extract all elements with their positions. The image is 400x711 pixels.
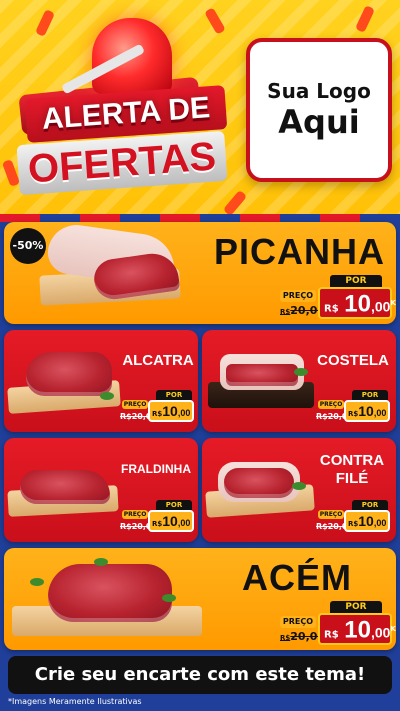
old-price-label: PREÇO bbox=[280, 616, 316, 628]
logo-placeholder: Sua Logo Aqui bbox=[246, 38, 392, 182]
old-price-label: PREÇO bbox=[318, 400, 344, 409]
logo-placeholder-line1: Sua Logo bbox=[267, 79, 371, 103]
old-price-label: PREÇO bbox=[318, 510, 344, 519]
old-price-label: PREÇO bbox=[122, 510, 148, 519]
herb-garnish-graphic bbox=[100, 392, 114, 400]
product-name-alcatra: ALCATRA bbox=[122, 352, 194, 369]
herb-garnish-graphic bbox=[292, 482, 306, 490]
price-currency: R$ bbox=[152, 520, 163, 528]
price-decimal: ,00 bbox=[370, 298, 391, 315]
old-price-currency: R$ bbox=[280, 308, 291, 316]
create-flyer-button[interactable]: Crie seu encarte com este tema! bbox=[8, 656, 392, 694]
price-currency: R$ bbox=[324, 303, 339, 315]
herb-garnish-graphic bbox=[30, 578, 44, 586]
confetti-decoration bbox=[34, 9, 56, 37]
price-box-costela: R$10,00 bbox=[344, 400, 390, 422]
product-name-costela: COSTELA bbox=[317, 352, 389, 369]
price-integer: 10 bbox=[358, 403, 374, 419]
product-card-contra-file: CONTRA FILÉ POR PREÇO R$20,00 R$10,00 bbox=[202, 438, 396, 542]
product-card-alcatra: ALCATRA POR PREÇO R$20,00 R$10,00 bbox=[4, 330, 198, 432]
discount-badge: -50% bbox=[10, 228, 46, 264]
confetti-decoration bbox=[222, 189, 248, 217]
old-price-currency: R$ bbox=[280, 634, 291, 642]
product-card-picanha: -50% PICANHA POR PREÇO R$20,00 R$ 10,00K… bbox=[4, 222, 396, 324]
por-label: POR bbox=[330, 601, 382, 613]
product-card-costela: COSTELA POR PREÇO R$20,00 R$10,00 bbox=[202, 330, 396, 432]
confetti-decoration bbox=[354, 5, 376, 33]
price-box-acem: R$ 10,00KG bbox=[318, 613, 396, 645]
divider-stripe bbox=[0, 214, 400, 222]
price-box-fraldinha: R$10,00 bbox=[148, 510, 194, 532]
product-name-contra-file: CONTRA FILÉ bbox=[319, 452, 385, 487]
price-decimal: ,00 bbox=[177, 518, 191, 528]
price-integer: 10 bbox=[162, 403, 178, 419]
price-unit: KG bbox=[390, 625, 396, 633]
product-name-acem: ACÉM bbox=[242, 557, 352, 598]
meat-image-acem bbox=[48, 564, 172, 622]
por-label: POR bbox=[352, 390, 388, 400]
product-card-acem: ACÉM POR PREÇO R$20,00 R$ 10,00KG bbox=[4, 548, 396, 650]
herb-garnish-graphic bbox=[294, 368, 308, 376]
herb-garnish-graphic bbox=[94, 558, 108, 566]
price-decimal: ,00 bbox=[373, 408, 387, 418]
price-currency: R$ bbox=[348, 520, 359, 528]
confetti-decoration bbox=[204, 7, 226, 35]
meat-cut-graphic bbox=[224, 468, 294, 498]
price-integer: 10 bbox=[344, 290, 371, 318]
disclaimer-text: *Imagens Meramente Ilustrativas bbox=[8, 697, 142, 706]
price-currency: R$ bbox=[324, 629, 339, 641]
meat-cut-graphic bbox=[226, 364, 298, 386]
por-label: POR bbox=[330, 275, 382, 287]
price-unit: KG bbox=[390, 299, 396, 307]
product-card-fraldinha: FRALDINHA POR PREÇO R$20,00 R$10,00 bbox=[4, 438, 198, 542]
price-integer: 10 bbox=[358, 513, 374, 529]
product-name-picanha: PICANHA bbox=[214, 231, 386, 272]
old-price-label: PREÇO bbox=[280, 290, 316, 302]
herb-garnish-graphic bbox=[162, 594, 176, 602]
meat-image-fraldinha bbox=[20, 470, 110, 504]
logo-placeholder-line2: Aqui bbox=[278, 103, 360, 141]
price-decimal: ,00 bbox=[177, 408, 191, 418]
price-integer: 10 bbox=[344, 616, 371, 644]
price-currency: R$ bbox=[152, 410, 163, 418]
por-label: POR bbox=[156, 500, 192, 510]
meat-image-alcatra bbox=[26, 352, 112, 396]
price-currency: R$ bbox=[348, 410, 359, 418]
price-box-alcatra: R$10,00 bbox=[148, 400, 194, 422]
price-box-picanha: R$ 10,00KG bbox=[318, 287, 396, 319]
price-decimal: ,00 bbox=[373, 518, 387, 528]
price-decimal: ,00 bbox=[370, 624, 391, 641]
price-box-contra-file: R$10,00 bbox=[344, 510, 390, 532]
price-integer: 10 bbox=[162, 513, 178, 529]
por-label: POR bbox=[156, 390, 192, 400]
old-price-label: PREÇO bbox=[122, 400, 148, 409]
product-name-fraldinha: FRALDINHA bbox=[121, 462, 191, 476]
por-label: POR bbox=[352, 500, 388, 510]
header-banner: ALERTA DE OFERTAS Sua Logo Aqui bbox=[0, 0, 400, 218]
